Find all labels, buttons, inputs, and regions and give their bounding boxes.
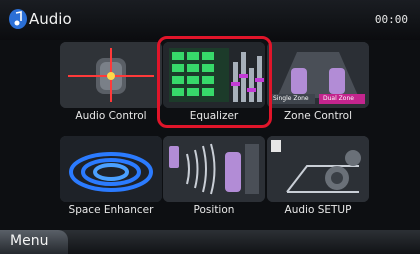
audio-control-icon xyxy=(60,42,162,108)
audio-control-label: Audio Control xyxy=(75,110,147,122)
space-enhancer-button[interactable]: Space Enhancer xyxy=(56,134,166,230)
position-label: Position xyxy=(193,204,235,216)
audio-control-button[interactable]: Audio Control xyxy=(56,40,166,136)
space-enhancer-label: Space Enhancer xyxy=(68,204,154,216)
menu-button[interactable]: Menu xyxy=(0,230,68,254)
position-button[interactable]: Position xyxy=(159,134,269,230)
zone-control-label: Zone Control xyxy=(283,110,353,122)
music-note-icon xyxy=(9,9,27,29)
zone-control-icon: Single Zone Dual Zone xyxy=(267,42,369,108)
menu-label: Menu xyxy=(10,233,49,249)
audio-setup-label: Audio SETUP xyxy=(284,204,352,216)
page-title: Audio xyxy=(29,10,72,28)
audio-setup-icon xyxy=(267,136,369,202)
clock: 00:00 xyxy=(374,13,408,26)
position-icon xyxy=(163,136,265,202)
audio-setup-button[interactable]: Audio SETUP xyxy=(263,134,373,230)
header-bar: Audio 00:00 xyxy=(0,0,420,40)
space-enhancer-icon xyxy=(60,136,162,202)
selection-highlight xyxy=(157,36,272,128)
dual-zone-badge: Dual Zone xyxy=(323,95,354,102)
zone-control-button[interactable]: Single Zone Dual Zone Zone Control xyxy=(263,40,373,136)
single-zone-badge: Single Zone xyxy=(273,95,309,102)
